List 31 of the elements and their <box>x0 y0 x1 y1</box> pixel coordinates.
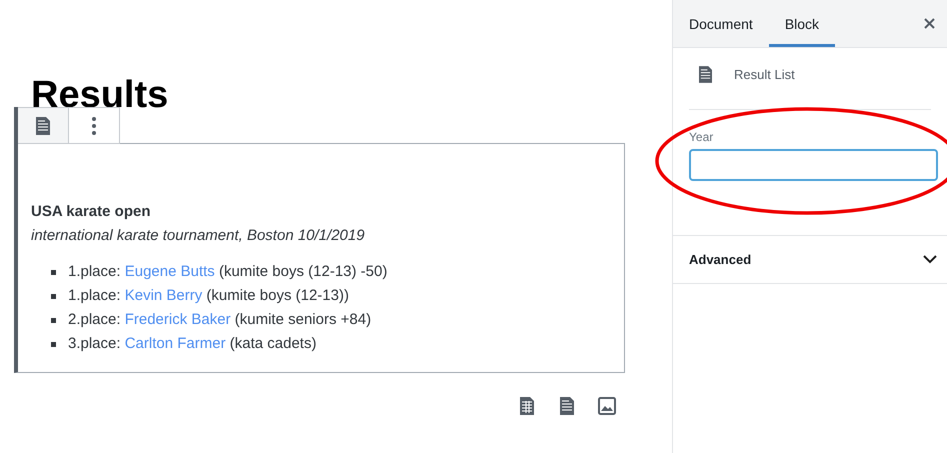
result-entry: 3.place: Carlton Farmer (kata cadets) <box>68 334 316 354</box>
more-options-icon <box>91 116 97 136</box>
year-input[interactable] <box>689 149 938 181</box>
result-entry: 2.place: Frederick Baker (kumite seniors +84) <box>68 310 372 330</box>
block-type-button[interactable] <box>18 107 69 144</box>
document-icon <box>560 397 574 415</box>
result-entry: 1.place: Kevin Berry (kumite boys (12-13)) <box>68 286 349 306</box>
athlete-link[interactable]: Carlton Farmer <box>124 335 226 352</box>
block-name: Result List <box>734 67 795 82</box>
chevron-down-icon <box>923 255 937 264</box>
more-options-button[interactable] <box>69 107 120 144</box>
bullet-icon <box>51 318 56 322</box>
close-icon <box>924 18 934 29</box>
post-title: Results <box>31 74 170 116</box>
bullet-icon <box>51 294 56 298</box>
sidebar-tab[interactable]: Block <box>768 0 836 47</box>
result-entry: 1.place: Eugene Butts (kumite boys (12-13) -50) <box>68 262 388 282</box>
event-title: USA karate open <box>31 202 152 222</box>
image-icon <box>598 397 616 415</box>
athlete-link[interactable]: Frederick Baker <box>124 311 231 328</box>
athlete-link[interactable]: Eugene Butts <box>124 263 215 280</box>
result-list-block[interactable] <box>14 143 625 373</box>
field-label: Year <box>689 130 714 144</box>
sidebar-tab[interactable]: Document <box>673 0 769 47</box>
bullet-icon <box>51 270 56 274</box>
document-icon <box>699 66 712 83</box>
table-icon <box>520 397 534 415</box>
event-subtitle: international karate tournament, Boston 10/1/2019 <box>31 226 366 246</box>
athlete-link[interactable]: Kevin Berry <box>124 287 202 304</box>
document-icon <box>36 116 50 134</box>
bullet-icon <box>51 342 56 346</box>
